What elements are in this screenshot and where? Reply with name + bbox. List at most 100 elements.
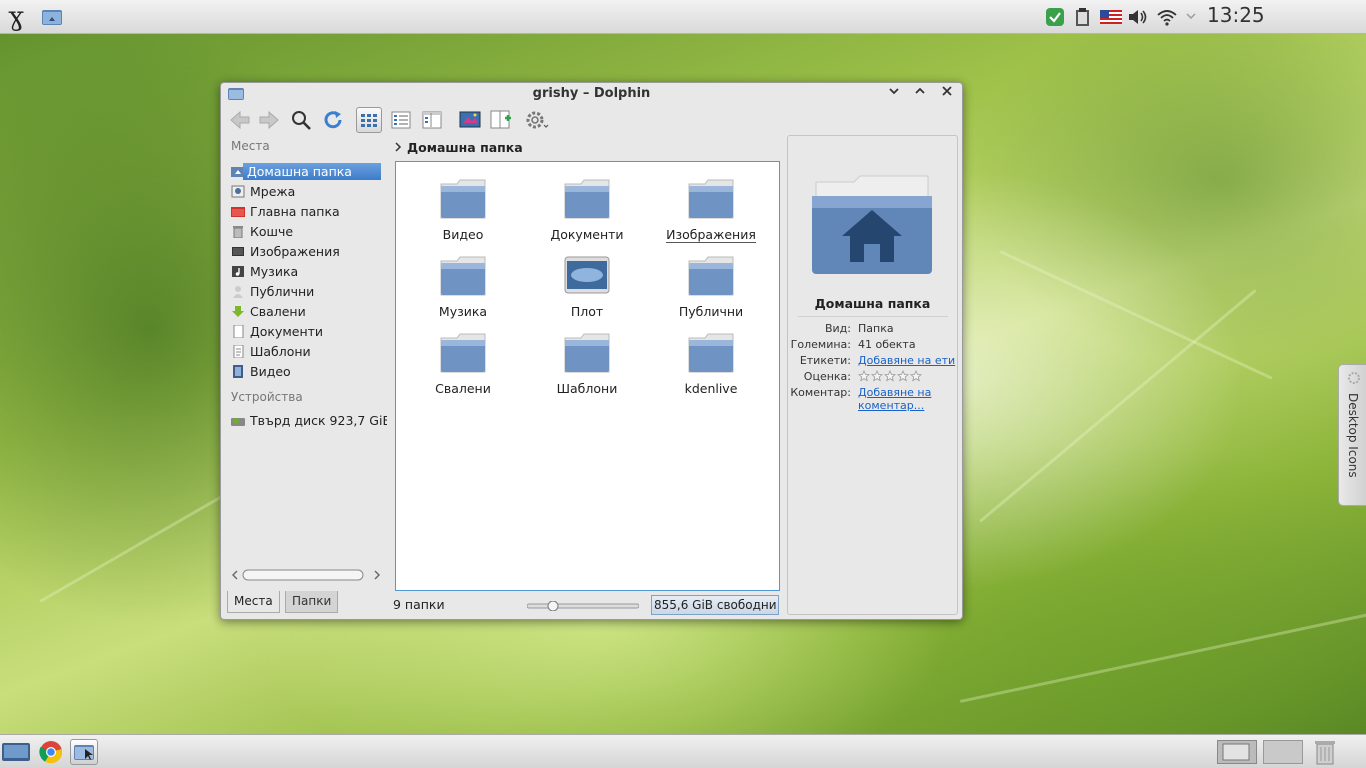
add-tags-link[interactable]: Добавяне на ети (858, 354, 955, 367)
file-item-music[interactable]: Музика (408, 255, 518, 319)
dolphin-task-icon[interactable] (70, 739, 98, 765)
window-close-button[interactable] (938, 85, 956, 103)
show-desktop-icon[interactable] (1, 741, 31, 763)
split-icon[interactable] (488, 107, 514, 133)
reload-icon[interactable] (320, 107, 346, 133)
file-view[interactable]: Видео Документи Изображения Музика Плот … (395, 161, 780, 591)
file-item-video[interactable]: Видео (408, 178, 518, 242)
file-item-kdenlive[interactable]: kdenlive (656, 332, 766, 396)
place-item-video[interactable]: Видео (229, 361, 387, 381)
templates-icon (231, 344, 245, 358)
places-list: Домашна папка Мрежа Главна папка Кошче И… (229, 161, 387, 381)
trash-icon[interactable] (1313, 739, 1337, 765)
breadcrumb-home: Домашна папка (407, 139, 523, 155)
volume-icon[interactable] (1127, 7, 1147, 27)
titlebar[interactable]: grishy – Dolphin (221, 83, 962, 105)
device-hard-disk[interactable]: Твърд диск 923,7 GiB (231, 410, 387, 430)
home-folder-preview-icon (810, 174, 934, 278)
place-item-downloads[interactable]: Свалени (229, 301, 387, 321)
zoom-slider-handle[interactable] (547, 600, 559, 612)
place-label: Публични (250, 283, 315, 299)
add-comment-link[interactable]: Добавяне на (858, 386, 931, 399)
back-icon[interactable] (227, 107, 253, 133)
place-label: Шаблони (250, 343, 311, 359)
info-value: Папка (858, 322, 894, 335)
places-header: Места (231, 139, 270, 153)
folder-icon (688, 256, 734, 296)
window-maximize-button[interactable] (911, 85, 929, 103)
wallpaper-vein (979, 288, 1257, 523)
devices-header: Устройства (231, 390, 303, 404)
place-item-trash[interactable]: Кошче (229, 221, 387, 241)
network-icon (231, 185, 245, 198)
downloads-icon (231, 305, 245, 318)
place-label: Видео (250, 363, 291, 379)
clock[interactable]: 13:25 (1207, 3, 1265, 27)
icons-view-icon[interactable] (356, 107, 382, 133)
information-panel: Домашна папка Вид: Папка Големина: 41 об… (787, 135, 958, 615)
place-item-templates[interactable]: Шаблони (229, 341, 387, 361)
tray-expand-icon[interactable] (1185, 10, 1197, 22)
wallpaper-vein (999, 250, 1273, 380)
chrome-icon[interactable] (39, 740, 63, 764)
us-flag-icon[interactable] (1100, 7, 1122, 27)
place-item-pictures[interactable]: Изображения (229, 241, 387, 261)
places-horizontal-scrollbar[interactable] (231, 569, 381, 581)
preview-icon[interactable] (457, 107, 483, 133)
file-item-templates[interactable]: Шаблони (532, 332, 642, 396)
place-item-network[interactable]: Мрежа (229, 181, 387, 201)
settings-icon[interactable] (524, 107, 550, 133)
breadcrumb[interactable]: Домашна папка (393, 137, 523, 157)
place-item-music[interactable]: Музика (229, 261, 387, 281)
place-label: Музика (250, 263, 299, 279)
folder-view-icon[interactable] (41, 7, 63, 27)
video-icon (231, 364, 245, 378)
desktop-folder-icon (564, 256, 610, 294)
tab-folders[interactable]: Папки (285, 591, 339, 613)
wifi-icon[interactable] (1156, 7, 1177, 27)
pager-desktop-2[interactable] (1263, 740, 1303, 764)
file-item-public[interactable]: Публични (656, 255, 766, 319)
clipboard-icon[interactable] (1073, 7, 1093, 27)
window-menu-button[interactable] (885, 85, 903, 103)
place-item-home[interactable]: Домашна папка (229, 161, 387, 181)
folder-icon (440, 333, 486, 373)
desktop-icons-tab[interactable]: Desktop Icons (1338, 364, 1366, 506)
file-item-pictures[interactable]: Изображения (656, 178, 766, 243)
rating-stars[interactable] (857, 369, 924, 385)
shield-check-icon[interactable] (1045, 7, 1065, 27)
folder-icon (440, 256, 486, 296)
documents-icon (231, 324, 245, 338)
file-label: Видео (442, 227, 484, 242)
place-label: Домашна папка (243, 162, 381, 180)
place-item-root[interactable]: Главна папка (229, 201, 387, 221)
file-item-desktop[interactable]: Плот (532, 255, 642, 319)
folder-icon (564, 333, 610, 373)
search-icon[interactable] (288, 107, 314, 133)
forward-icon[interactable] (256, 107, 282, 133)
file-item-documents[interactable]: Документи (532, 178, 642, 242)
place-label: Свалени (250, 303, 306, 319)
window-app-icon[interactable] (227, 86, 245, 102)
details-view-icon[interactable] (419, 107, 445, 133)
info-value: 41 обекта (858, 338, 916, 351)
device-label: Твърд диск 923,7 GiB (250, 412, 387, 428)
folder-icon (688, 179, 734, 219)
compact-view-icon[interactable] (388, 107, 414, 133)
file-label: Шаблони (556, 381, 618, 396)
top-panel: ɣ 13:25 (0, 0, 1366, 34)
tab-places[interactable]: Места (227, 591, 280, 613)
add-comment-link-cont[interactable]: коментар... (858, 399, 924, 412)
place-item-documents[interactable]: Документи (229, 321, 387, 341)
zoom-slider[interactable] (526, 600, 640, 612)
place-item-public[interactable]: Публични (229, 281, 387, 301)
free-space-indicator[interactable]: 855,6 GiB свободни (651, 595, 779, 615)
public-icon (231, 285, 245, 298)
file-label: Документи (550, 227, 624, 242)
file-item-downloads[interactable]: Свалени (408, 332, 518, 396)
music-icon (231, 265, 245, 278)
pager-desktop-1[interactable] (1217, 740, 1257, 764)
info-key: Големина: (790, 338, 851, 351)
kde-logo-icon[interactable]: ɣ (4, 3, 28, 31)
place-label: Изображения (250, 243, 340, 259)
